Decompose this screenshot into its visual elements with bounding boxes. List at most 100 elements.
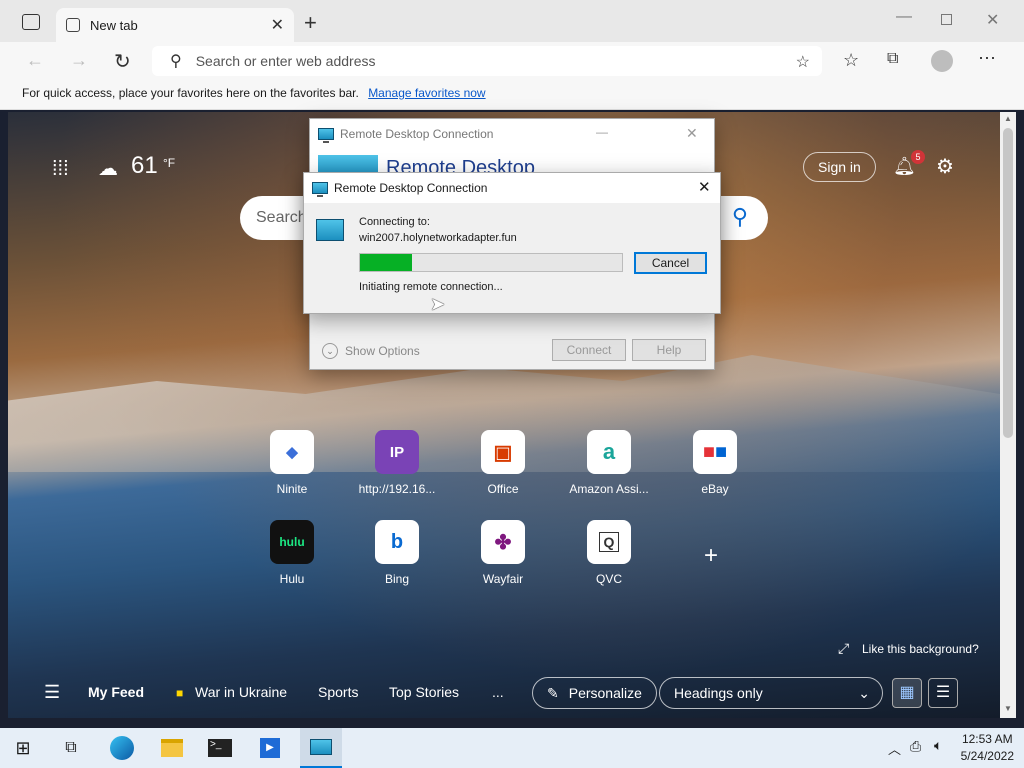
sign-in-button[interactable]: Sign in bbox=[803, 152, 876, 182]
file-explorer-icon[interactable] bbox=[157, 734, 187, 762]
clock-date: 5/24/2022 bbox=[960, 749, 1014, 763]
rdc-main-title: Remote Desktop Connection bbox=[340, 127, 494, 141]
show-options-link[interactable]: Show Options bbox=[345, 344, 420, 358]
task-view-icon[interactable]: ⧉ bbox=[56, 734, 86, 762]
add-quick-link-icon[interactable]: + bbox=[704, 542, 718, 570]
quick-link-wayfair[interactable]: ✤ Wayfair bbox=[458, 520, 548, 586]
network-icon[interactable]: ⎙ bbox=[910, 738, 921, 755]
quick-link-label: Bing bbox=[384, 572, 410, 586]
grid-view-icon[interactable]: ▦ bbox=[892, 678, 922, 708]
computer-monitor-icon bbox=[316, 219, 344, 241]
media-player-icon[interactable]: ▶ bbox=[255, 734, 285, 762]
refresh-icon[interactable]: ↻ bbox=[114, 49, 131, 74]
ip-icon: IP bbox=[375, 430, 419, 474]
expand-background-icon[interactable]: ⤢ bbox=[838, 640, 849, 657]
feed-more-icon[interactable]: ... bbox=[492, 684, 504, 700]
bing-icon: b bbox=[375, 520, 419, 564]
close-tab-icon[interactable]: ✕ bbox=[271, 15, 284, 35]
list-view-icon[interactable]: ☰ bbox=[928, 678, 958, 708]
feed-tab-war-in-ukraine[interactable]: War in Ukraine bbox=[195, 684, 287, 700]
quick-link-bing[interactable]: b Bing bbox=[352, 520, 442, 586]
forward-icon[interactable]: → bbox=[70, 50, 88, 71]
tab-new-tab[interactable]: New tab ✕ bbox=[56, 8, 294, 42]
window-close-icon[interactable]: ✕ bbox=[986, 10, 999, 30]
ukraine-flag-icon: ■ bbox=[176, 686, 184, 700]
ebay-icon: ■ ■ bbox=[693, 430, 737, 474]
quick-link-amazon-assistant[interactable]: a Amazon Assi... bbox=[564, 430, 654, 496]
show-hidden-icons-chevron-icon[interactable]: ︿ bbox=[888, 739, 901, 758]
taskbar: ⊞ ⧉ >_ ▶ ︿ ⎙ 🔈︎ 12:53 AM 5/24/2022 bbox=[0, 728, 1024, 768]
scroll-down-icon[interactable]: ▼ bbox=[1004, 704, 1012, 713]
cancel-label: Cancel bbox=[651, 256, 690, 270]
quick-link-ebay[interactable]: ■ ■ eBay bbox=[670, 430, 760, 496]
address-bar[interactable]: ⚲ Search or enter web address ☆ bbox=[152, 46, 822, 76]
hulu-icon: hulu bbox=[270, 520, 314, 564]
layout-dropdown-value: Headings only bbox=[674, 685, 763, 701]
like-background-link[interactable]: Like this background? bbox=[862, 642, 979, 656]
layout-dropdown[interactable]: Headings only ⌄ bbox=[659, 677, 883, 709]
mouse-cursor-icon: ➤ bbox=[430, 294, 446, 314]
tab-title: New tab bbox=[90, 17, 138, 33]
feed-tab-sports[interactable]: Sports bbox=[318, 684, 358, 700]
remote-desktop-icon bbox=[318, 128, 334, 143]
search-submit-icon[interactable]: ⚲ bbox=[732, 204, 748, 230]
quick-link-label: Ninite bbox=[276, 482, 308, 496]
address-placeholder: Search or enter web address bbox=[195, 53, 376, 69]
toolbar: ← → ↻ ⚲ Search or enter web address ☆ ☆ … bbox=[0, 42, 1024, 80]
cancel-button[interactable]: Cancel bbox=[634, 252, 707, 274]
host-name: win2007.holynetworkadapter.fun bbox=[359, 232, 517, 244]
feed-menu-icon[interactable]: ☰ bbox=[44, 682, 60, 703]
page-scrollbar[interactable]: ▲ ▼ bbox=[1000, 112, 1016, 718]
weather-cloud-icon: ☁ bbox=[98, 158, 118, 180]
connect-button[interactable]: Connect bbox=[552, 339, 626, 361]
rdc-dialog-close-icon[interactable]: ✕ bbox=[698, 178, 711, 196]
quick-link-label: Amazon Assi... bbox=[569, 482, 649, 496]
tab-actions-icon[interactable] bbox=[22, 14, 40, 30]
rdc-connecting-dialog: Remote Desktop Connection ✕ Connecting t… bbox=[303, 172, 721, 314]
start-windows-icon[interactable]: ⊞ bbox=[8, 734, 38, 762]
personalize-button[interactable]: ✎ Personalize bbox=[532, 677, 657, 709]
quick-link-qvc[interactable]: Q QVC bbox=[564, 520, 654, 586]
favorites-icon[interactable]: ☆ bbox=[843, 50, 859, 71]
profile-avatar[interactable] bbox=[931, 50, 953, 72]
rdc-minimize-icon[interactable]: — bbox=[596, 125, 608, 139]
edge-browser-icon[interactable] bbox=[107, 734, 137, 762]
quick-link-ip[interactable]: IP http://192.16... bbox=[352, 430, 442, 496]
back-icon[interactable]: ← bbox=[26, 50, 44, 71]
collections-icon[interactable]: ⧉ bbox=[887, 50, 898, 68]
quick-link-label: http://192.16... bbox=[358, 482, 436, 496]
app-launcher-icon[interactable]: ⁞⁞⁞ bbox=[52, 158, 69, 181]
feed-tab-top-stories[interactable]: Top Stories bbox=[389, 684, 459, 700]
remote-desktop-taskbar-icon[interactable] bbox=[300, 728, 342, 768]
settings-more-icon[interactable]: ⋯ bbox=[978, 48, 996, 69]
rdc-close-icon[interactable]: ✕ bbox=[686, 125, 698, 142]
show-options-chevron-icon[interactable]: ⌄ bbox=[322, 343, 338, 359]
page-settings-gear-icon[interactable]: ⚙ bbox=[936, 154, 954, 179]
maximize-icon[interactable] bbox=[941, 14, 952, 25]
quick-link-label: Hulu bbox=[279, 572, 305, 586]
search-icon: ⚲ bbox=[170, 53, 182, 70]
help-button[interactable]: Help bbox=[632, 339, 706, 361]
feed-tab-my-feed[interactable]: My Feed bbox=[88, 684, 144, 700]
scrollbar-thumb[interactable] bbox=[1003, 128, 1013, 438]
volume-muted-icon[interactable]: 🔈︎ bbox=[934, 737, 942, 754]
progress-fill bbox=[360, 254, 413, 271]
terminal-icon[interactable]: >_ bbox=[205, 734, 235, 762]
quick-link-label: eBay bbox=[701, 482, 729, 496]
ninite-icon: ◆ bbox=[270, 430, 314, 474]
minimize-icon[interactable]: — bbox=[896, 8, 912, 26]
connecting-to-label: Connecting to: bbox=[359, 216, 430, 228]
amazon-icon: a bbox=[587, 430, 631, 474]
quick-link-ninite[interactable]: ◆ Ninite bbox=[247, 430, 337, 496]
manage-favorites-link[interactable]: Manage favorites now bbox=[368, 86, 485, 100]
new-tab-button[interactable]: + bbox=[304, 10, 317, 36]
quick-link-hulu[interactable]: hulu Hulu bbox=[247, 520, 337, 586]
scroll-up-icon[interactable]: ▲ bbox=[1004, 114, 1012, 123]
add-favorite-icon[interactable]: ☆ bbox=[796, 52, 810, 72]
system-clock[interactable]: 12:53 AM 5/24/2022 bbox=[961, 731, 1014, 765]
quick-link-label: Office bbox=[487, 482, 519, 496]
quick-link-office[interactable]: ▣ Office bbox=[458, 430, 548, 496]
pencil-icon: ✎ bbox=[547, 684, 559, 701]
tab-bar: New tab ✕ + — ✕ bbox=[0, 0, 1024, 42]
personalize-label: Personalize bbox=[568, 685, 642, 701]
